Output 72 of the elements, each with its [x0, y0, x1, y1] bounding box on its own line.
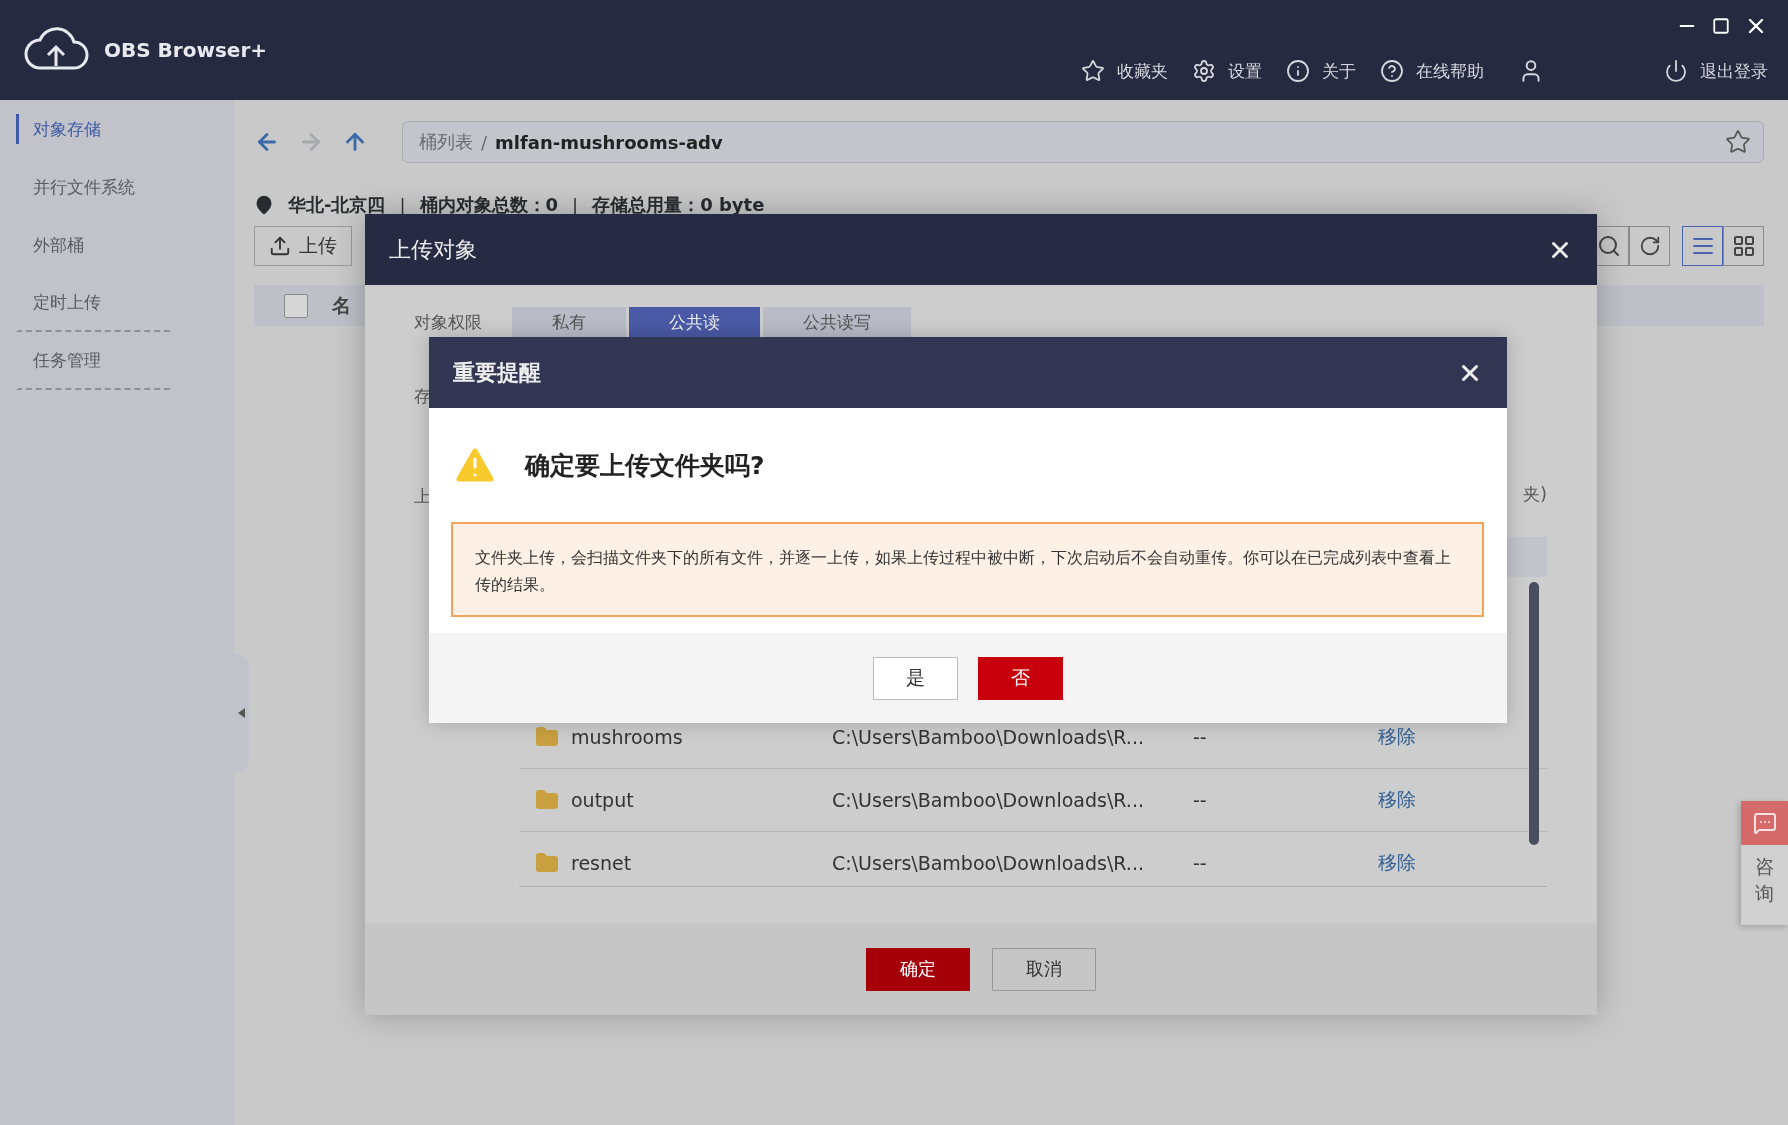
upload-icon [269, 235, 291, 257]
alert-question: 确定要上传文件夹吗? [525, 449, 765, 482]
storage-class-label: 存 [414, 385, 431, 407]
app-title: OBS Browser+ [104, 38, 268, 62]
yes-button[interactable]: 是 [873, 656, 958, 700]
file-size: -- [1193, 852, 1208, 874]
nav-link[interactable]: 在线帮助 [1380, 59, 1484, 83]
no-button[interactable]: 否 [978, 656, 1063, 700]
sidebar-item[interactable]: 任务管理 [16, 332, 170, 390]
nav-link[interactable]: 退出登录 [1664, 59, 1768, 83]
address-bar[interactable]: 桶列表 / mlfan-mushrooms-adv [402, 121, 1764, 163]
scrollbar[interactable] [1529, 582, 1539, 845]
settings-icon [1192, 59, 1216, 83]
select-all-checkbox[interactable] [284, 293, 308, 318]
location-pin-icon [254, 195, 274, 215]
file-path: C:\Users\Bamboo\Downloads\R... [832, 852, 1145, 874]
storage-usage: 存储总用量：0 byte [592, 193, 765, 217]
nav-link[interactable]: 关于 [1286, 59, 1356, 83]
breadcrumb-link[interactable]: 桶列表 [419, 130, 473, 154]
cancel-button[interactable]: 取消 [992, 947, 1096, 991]
collapse-handle[interactable] [234, 653, 249, 773]
file-name: mushrooms [571, 726, 683, 748]
sidebar-item[interactable]: 外部桶 [16, 216, 170, 274]
permission-tab[interactable]: 私有 [512, 307, 626, 337]
sidebar-item[interactable]: 定时上传 [16, 274, 170, 332]
maximize-icon[interactable] [1712, 17, 1730, 35]
consult-widget[interactable]: 咨询 [1741, 801, 1788, 925]
refresh-icon [1638, 235, 1661, 257]
sidebar-item[interactable]: 并行文件系统 [16, 158, 170, 216]
dialog-title: 上传对象 [389, 235, 477, 264]
breadcrumb-separator: / [481, 131, 488, 153]
star-icon[interactable] [1725, 129, 1751, 155]
object-count: 桶内对象总数：0 [419, 193, 559, 217]
view-toggle[interactable] [1682, 226, 1723, 266]
remove-link[interactable]: 移除 [1378, 851, 1416, 873]
file-name: resnet [571, 852, 632, 874]
info-icon [1286, 59, 1310, 83]
folder-icon [535, 725, 559, 749]
remove-link[interactable]: 移除 [1378, 725, 1416, 747]
help-icon [1380, 59, 1404, 83]
file-size: -- [1193, 726, 1208, 748]
power-icon [1664, 59, 1688, 83]
sidebar-item[interactable]: 对象存储 [16, 114, 170, 144]
file-path: C:\Users\Bamboo\Downloads\R... [832, 726, 1145, 748]
grid-view-icon [1731, 234, 1756, 258]
column-header: 名 [332, 292, 351, 318]
upload-label: 上 [414, 485, 431, 507]
confirm-button[interactable]: 确定 [866, 947, 970, 991]
permission-tab[interactable]: 公共读 [629, 307, 760, 337]
chat-icon [1752, 811, 1777, 835]
file-size: -- [1193, 789, 1208, 811]
nav-link[interactable]: 收藏夹 [1081, 59, 1168, 83]
refresh-button[interactable] [1629, 226, 1670, 266]
permission-tab[interactable]: 公共读写 [763, 307, 911, 337]
folder-icon [535, 788, 559, 812]
upload-note: 夹) [1523, 483, 1547, 505]
upload-button[interactable]: 上传 [254, 226, 352, 266]
region-label: 华北-北京四 [288, 193, 386, 217]
alert-message: 文件夹上传，会扫描文件夹下的所有文件，并逐一上传，如果上传过程中被中断，下次启动后不会自动重传。你可以在已完成列表中查看上传的结果。 [451, 522, 1484, 617]
remove-link[interactable]: 移除 [1378, 788, 1416, 810]
folder-icon [535, 851, 559, 875]
star-icon [1081, 59, 1105, 83]
nav-link[interactable]: 设置 [1192, 59, 1262, 83]
collapse-icon [238, 708, 245, 718]
dialog-title: 重要提醒 [453, 358, 541, 387]
view-toggle[interactable] [1723, 226, 1764, 266]
search-icon [1596, 234, 1621, 258]
breadcrumb-current: mlfan-mushrooms-adv [495, 131, 723, 153]
file-name: output [571, 789, 634, 811]
consult-label: 咨询 [1755, 854, 1774, 906]
file-path: C:\Users\Bamboo\Downloads\R... [832, 789, 1145, 811]
permission-label: 对象权限 [414, 311, 482, 333]
